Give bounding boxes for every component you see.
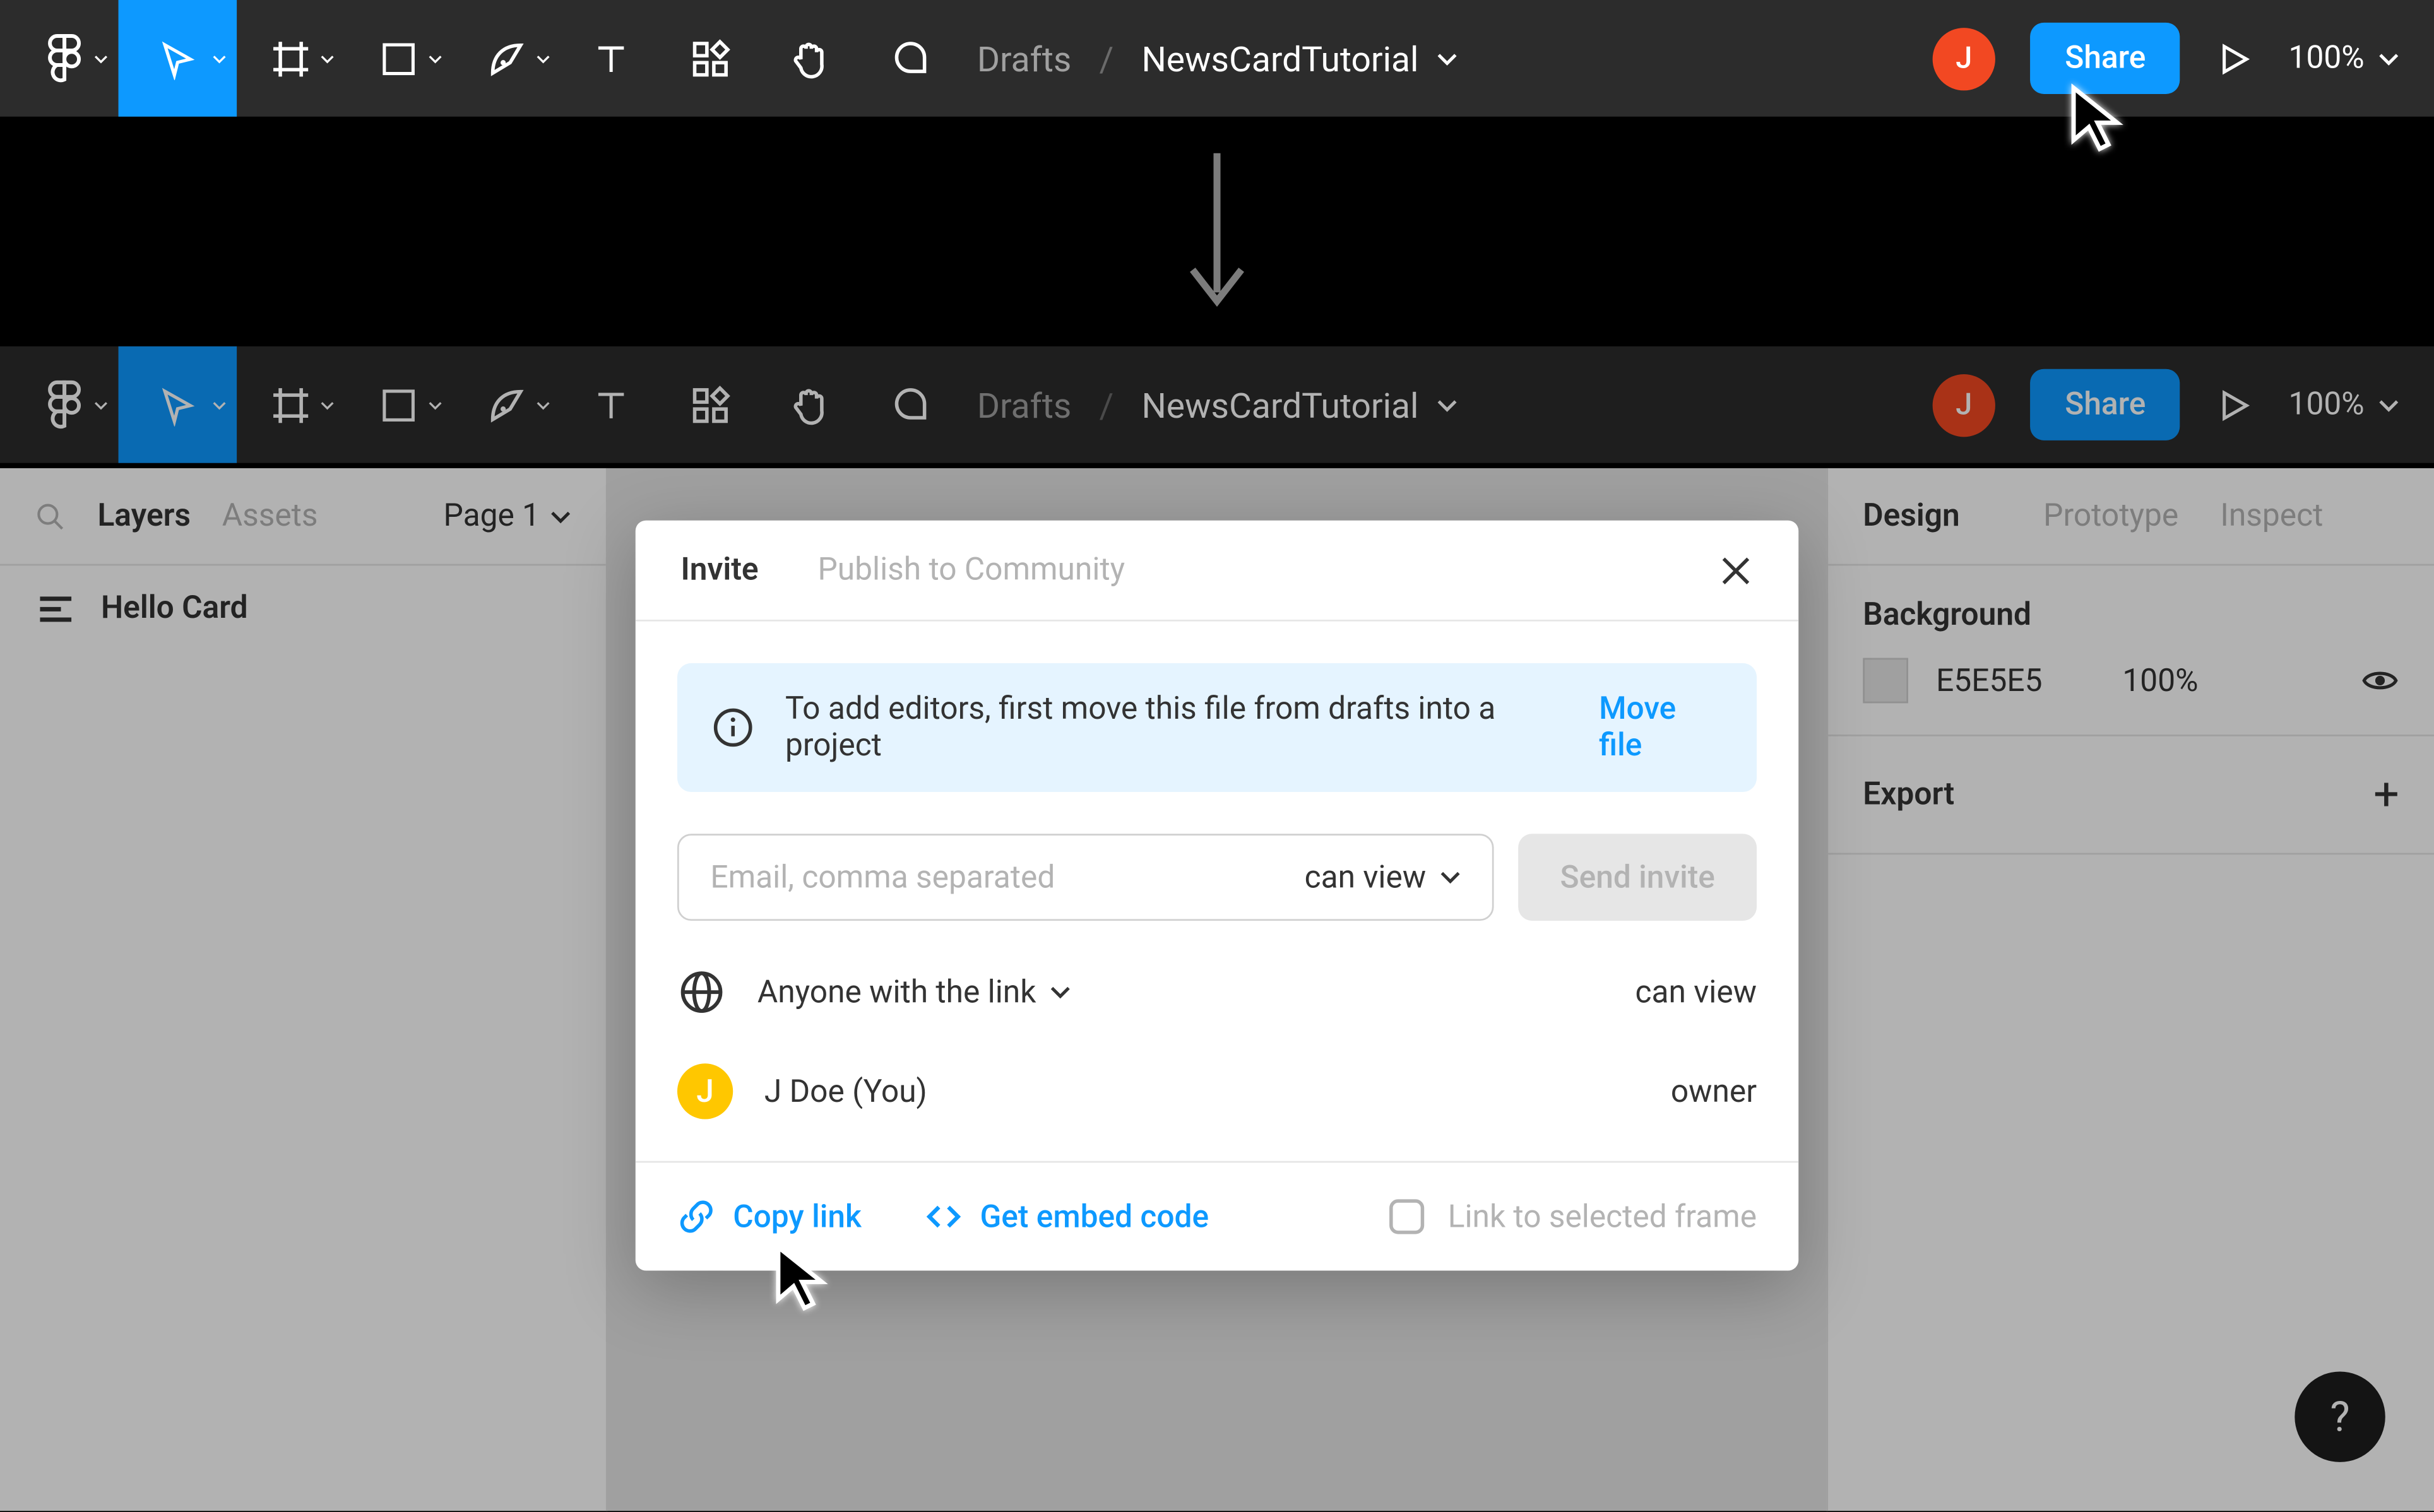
before-state: Drafts / NewsCardTutorial J Share 100% xyxy=(0,0,2434,346)
embed-code-label: Get embed code xyxy=(980,1198,1209,1235)
close-icon[interactable] xyxy=(1718,553,1753,588)
embed-code-button[interactable]: Get embed code xyxy=(924,1198,1209,1236)
comment-tool-button[interactable] xyxy=(858,0,958,117)
permission-value: can view xyxy=(1305,859,1427,895)
move-tool-button[interactable] xyxy=(119,0,237,117)
owner-avatar: J xyxy=(677,1063,733,1119)
email-placeholder: Email, comma separated xyxy=(710,859,1055,895)
down-arrow-icon xyxy=(1182,145,1252,319)
link-access-label: Anyone with the link xyxy=(757,974,1036,1010)
chevron-down-icon xyxy=(2378,48,2399,69)
drafts-link[interactable]: Drafts xyxy=(977,37,1072,79)
zoom-value: 100% xyxy=(2289,40,2365,76)
frame-icon xyxy=(270,37,312,79)
toolbar-top: Drafts / NewsCardTutorial J Share 100% xyxy=(0,0,2434,117)
hand-icon xyxy=(788,37,829,79)
breadcrumb-separator: / xyxy=(1100,37,1114,79)
breadcrumb: Drafts / NewsCardTutorial xyxy=(977,0,1457,117)
after-state: Drafts / NewsCardTutorial J Share 100% xyxy=(0,346,2434,1511)
pen-tool-button[interactable] xyxy=(453,0,561,117)
copy-link-label: Copy link xyxy=(733,1198,862,1235)
text-tool-button[interactable] xyxy=(561,0,660,117)
figma-menu-button[interactable] xyxy=(0,0,119,117)
chevron-down-icon xyxy=(429,51,442,65)
owner-row: J J Doe (You) owner xyxy=(677,1063,1757,1119)
cursor-icon xyxy=(158,37,197,79)
resources-icon xyxy=(689,37,730,79)
info-icon xyxy=(712,707,754,748)
link-access-dropdown[interactable]: Anyone with the link xyxy=(757,974,1071,1010)
owner-role: owner xyxy=(1671,1073,1757,1109)
chevron-down-icon xyxy=(1440,867,1461,888)
toolbar-left-group xyxy=(0,0,958,117)
share-dialog: Invite Publish to Community To add edito… xyxy=(636,521,1798,1271)
dialog-tabs: Invite Publish to Community xyxy=(636,521,1798,622)
link-access-row: Anyone with the link can view xyxy=(677,969,1757,1015)
chevron-down-icon xyxy=(94,51,108,65)
tab-publish[interactable]: Publish to Community xyxy=(817,552,1125,588)
chevron-down-icon xyxy=(1436,48,1457,69)
pen-icon xyxy=(486,37,528,79)
link-frame-checkbox[interactable] xyxy=(1389,1199,1423,1234)
frame-tool-button[interactable] xyxy=(237,0,345,117)
tab-invite[interactable]: Invite xyxy=(680,552,758,588)
chevron-down-icon xyxy=(213,51,227,65)
file-name-dropdown[interactable]: NewsCardTutorial xyxy=(1141,37,1457,79)
send-invite-button[interactable]: Send invite xyxy=(1518,834,1757,921)
move-file-link[interactable]: Move file xyxy=(1599,691,1722,764)
link-icon xyxy=(677,1198,716,1236)
file-name-text: NewsCardTutorial xyxy=(1141,37,1418,79)
shape-tool-button[interactable] xyxy=(345,0,453,117)
present-icon[interactable] xyxy=(2216,39,2254,78)
copy-link-button[interactable]: Copy link xyxy=(677,1198,862,1236)
permission-dropdown[interactable]: can view xyxy=(1305,859,1461,895)
email-input[interactable]: Email, comma separated can view xyxy=(677,834,1494,921)
chevron-down-icon xyxy=(321,51,335,65)
text-icon xyxy=(591,39,629,78)
resources-button[interactable] xyxy=(660,0,759,117)
zoom-dropdown[interactable]: 100% xyxy=(2289,40,2399,76)
user-avatar[interactable]: J xyxy=(1933,27,1995,90)
figma-icon xyxy=(45,32,84,85)
comment-icon xyxy=(887,37,929,79)
toolbar-right-group: J Share 100% xyxy=(1933,23,2434,94)
dialog-footer: Copy link Get embed code Link to selecte… xyxy=(636,1161,1798,1271)
link-permission[interactable]: can view xyxy=(1636,974,1757,1010)
hand-tool-button[interactable] xyxy=(759,0,858,117)
square-icon xyxy=(379,39,418,78)
info-text: To add editors, first move this file fro… xyxy=(785,691,1568,764)
share-button[interactable]: Share xyxy=(2030,23,2180,94)
owner-name: J Doe (You) xyxy=(764,1073,927,1109)
chevron-down-icon xyxy=(1050,982,1071,1003)
link-frame-label: Link to selected frame xyxy=(1448,1198,1757,1235)
transition-gap xyxy=(0,117,2434,346)
code-icon xyxy=(924,1198,963,1236)
info-banner: To add editors, first move this file fro… xyxy=(677,663,1757,792)
chevron-down-icon xyxy=(537,51,550,65)
globe-icon xyxy=(679,969,725,1015)
